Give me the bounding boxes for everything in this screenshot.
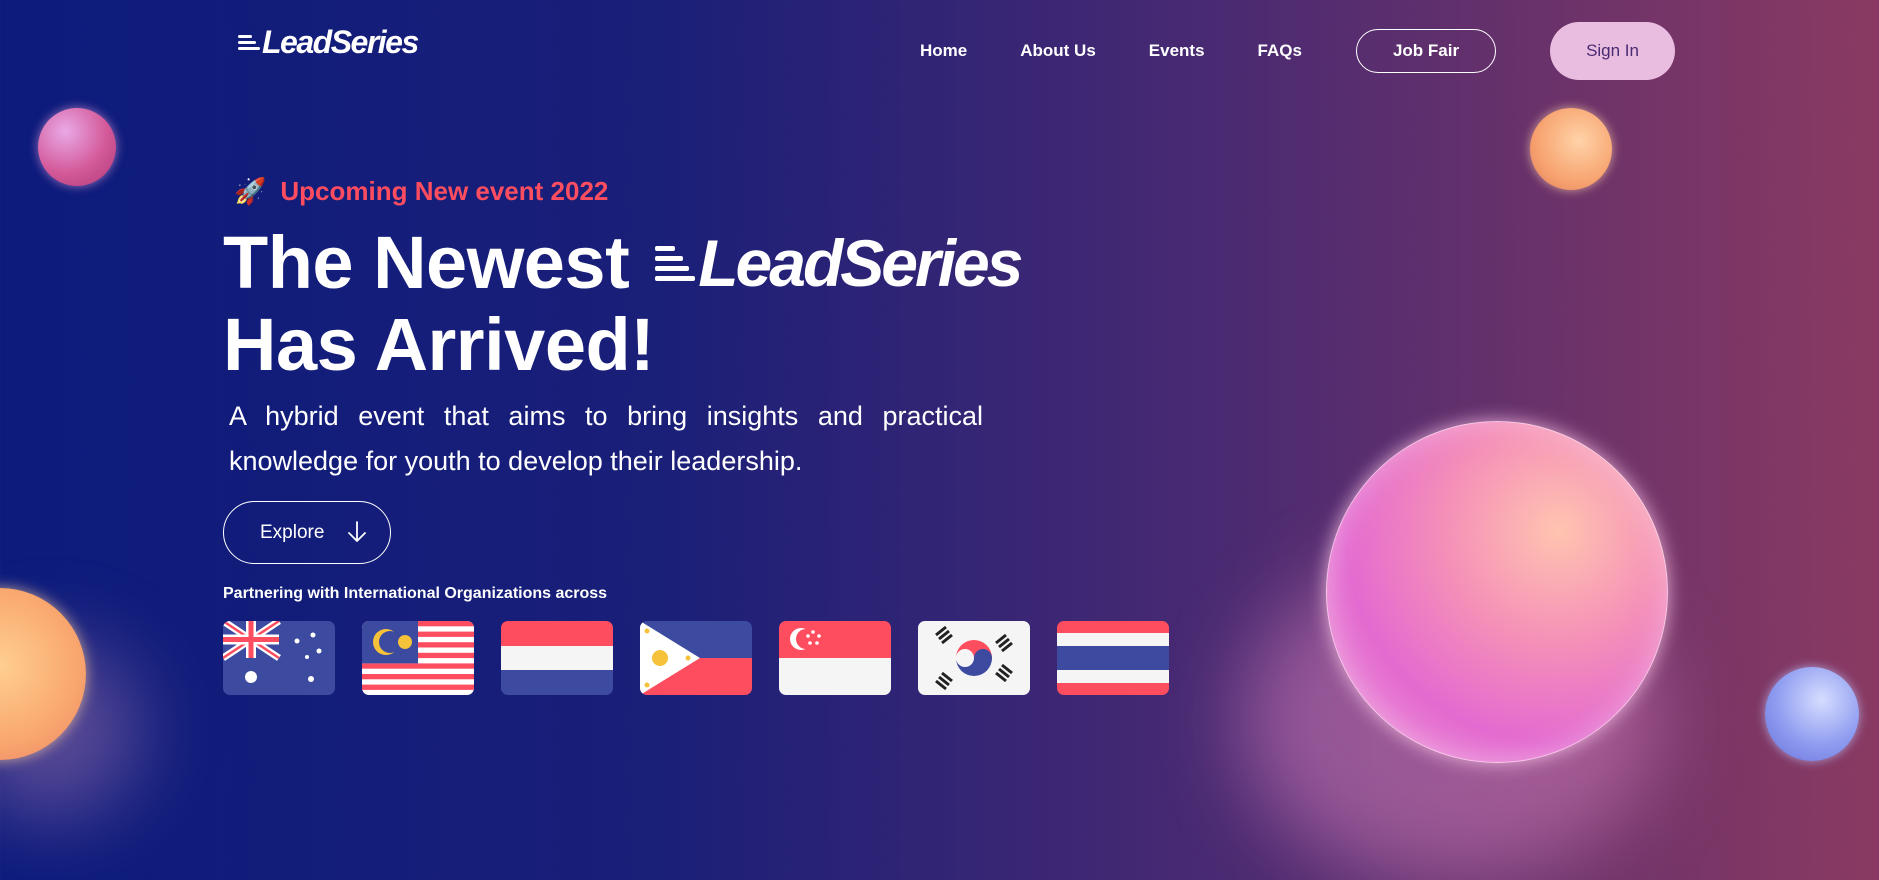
explore-label: Explore: [260, 521, 325, 543]
thailand-flag-icon: [1057, 621, 1169, 695]
headline-logo: LeadSeries: [655, 222, 1023, 304]
top-nav: Home About Us Events FAQs Job Fair Sign …: [867, 22, 1675, 80]
malaysia-flag-icon: [362, 621, 474, 695]
hero-description: A hybrid event that aims to bring insigh…: [229, 401, 983, 476]
decorative-sphere: [38, 108, 116, 186]
south-korea-flag-icon: [918, 621, 1030, 695]
netherlands-flag-icon: [501, 621, 613, 695]
philippines-flag-icon: [640, 621, 752, 695]
nav-about-us[interactable]: About Us: [1020, 41, 1096, 61]
site-logo[interactable]: LeadSeries: [238, 24, 419, 61]
flag-row: [223, 621, 1169, 695]
logo-text: LeadSeries: [262, 24, 419, 60]
partner-text: Partnering with International Organizati…: [223, 585, 608, 602]
nav-events[interactable]: Events: [1149, 41, 1205, 61]
decorative-sphere: [1765, 667, 1859, 761]
headline-logo-text: LeadSeries: [698, 226, 1023, 300]
job-fair-button[interactable]: Job Fair: [1355, 29, 1497, 73]
headline-line-2: Has Arrived!: [223, 303, 655, 386]
event-tag: 🚀 Upcoming New event 2022: [234, 176, 608, 207]
australia-flag-icon: [223, 621, 335, 695]
rocket-icon: 🚀: [234, 176, 267, 206]
singapore-flag-icon: [779, 621, 891, 695]
arrow-down-icon: [346, 519, 368, 551]
hero-headline: The Newest LeadSeries Has Arrived!: [223, 221, 1023, 386]
explore-button[interactable]: Explore: [223, 501, 391, 564]
logo-speed-lines: [238, 35, 260, 50]
logo-speed-lines: [655, 245, 696, 281]
event-tag-text: Upcoming New event 2022: [280, 176, 609, 206]
headline-line-1: The Newest: [223, 221, 630, 304]
nav-home[interactable]: Home: [920, 41, 967, 61]
sign-in-button[interactable]: Sign In: [1550, 22, 1675, 80]
decorative-sphere: [1530, 108, 1612, 190]
nav-faqs[interactable]: FAQs: [1258, 41, 1302, 61]
decorative-sphere: [1326, 421, 1668, 763]
